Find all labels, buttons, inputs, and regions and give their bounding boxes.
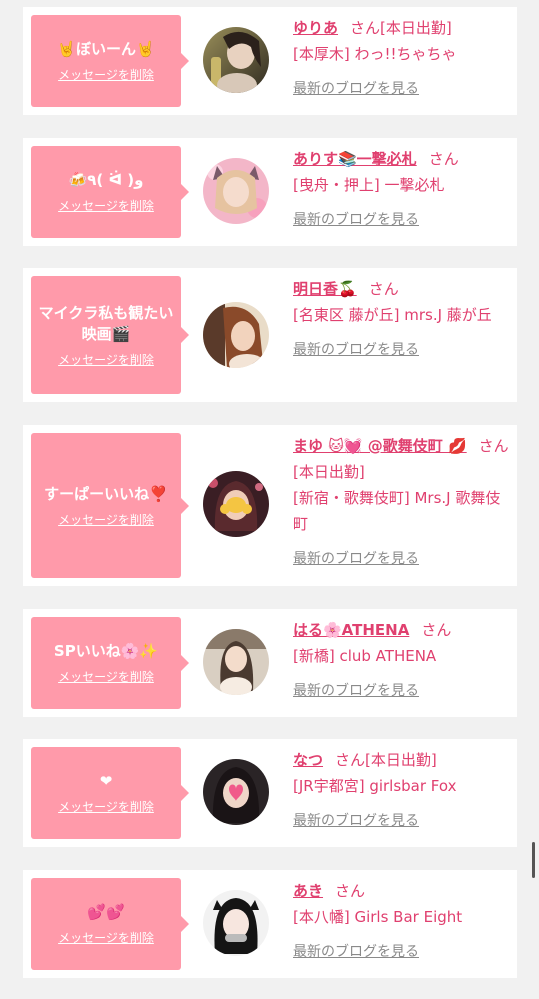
shop-name: [新橋] club ATHENA [293,647,437,665]
honorific: さん [421,621,452,639]
blog-link[interactable]: 最新のブログを見る [293,813,419,829]
message-card: 💕💕 メッセージを削除 あき さん [本八幡] Girls Bar Eight 最… [23,870,517,978]
delete-message-link[interactable]: メッセージを削除 [58,798,154,815]
delete-message-link[interactable]: メッセージを削除 [58,197,154,214]
cast-info: ありす📚一撃必札 さん [曳舟・押上] 一撃必札 最新のブログを見る [293,146,513,233]
shop-name: [新宿・歌舞伎町] Mrs.J 歌舞伎町 [293,489,501,533]
honorific: さん [478,437,509,455]
message-card: ❤ メッセージを削除 なつ さん[本日出勤] [JR宇都宮] girlsbar F… [23,739,517,847]
delete-message-link[interactable]: メッセージを削除 [58,668,154,685]
status-badge: [本日出勤] [380,19,452,37]
bubble-message-text: 🍻٩( ᐛ )و [68,171,144,189]
honorific: さん [335,751,366,769]
blog-link[interactable]: 最新のブログを見る [293,342,419,358]
shop-name: [曳舟・押上] 一撃必札 [293,176,445,194]
message-bubble: ❤ メッセージを削除 [31,747,189,839]
message-bubble: SPいいね🌸✨ メッセージを削除 [31,617,189,709]
delete-message-link[interactable]: メッセージを削除 [58,511,154,528]
cast-name-link[interactable]: ゆりあ [293,19,338,37]
status-badge: [本日出勤] [293,463,365,481]
avatar[interactable] [203,471,269,537]
cast-info: まゆ 🐱💓 @歌舞伎町 💋 さん [本日出勤] [新宿・歌舞伎町] Mrs.J 歌舞… [293,433,513,572]
avatar[interactable] [203,302,269,368]
blog-link[interactable]: 最新のブログを見る [293,81,419,97]
blog-link[interactable]: 最新のブログを見る [293,212,419,228]
shop-name: [本厚木] わっ!!ちゃちゃ [293,45,457,63]
message-bubble: 🤘ぼいーん🤘 メッセージを削除 [31,15,189,107]
message-bubble: すーぱーいいね❣️ メッセージを削除 [31,433,189,578]
delete-message-link[interactable]: メッセージを削除 [58,66,154,83]
message-card: 🍻٩( ᐛ )و メッセージを削除 ありす📚一撃必札 さん [曳舟・押上] 一撃必… [23,138,517,246]
message-card: SPいいね🌸✨ メッセージを削除 はる🌸ATHENA さん [新橋] club A… [23,609,517,717]
message-card: マイクラ私も観たい映画🎬 メッセージを削除 明日香🍒 さん [名東区 藤が丘] m… [23,268,517,402]
delete-message-link[interactable]: メッセージを削除 [58,929,154,946]
cast-info: あき さん [本八幡] Girls Bar Eight 最新のブログを見る [293,878,513,965]
bubble-message-text: 💕💕 [87,903,125,921]
cast-name-link[interactable]: 明日香🍒 [293,280,357,298]
cast-info: はる🌸ATHENA さん [新橋] club ATHENA 最新のブログを見る [293,617,513,704]
honorific: さん [335,882,366,900]
message-bubble: マイクラ私も観たい映画🎬 メッセージを削除 [31,276,189,394]
scrollbar[interactable] [532,842,535,878]
shop-name: [本八幡] Girls Bar Eight [293,908,463,926]
bubble-message-text: 🤘ぼいーん🤘 [57,40,155,58]
cast-name-link[interactable]: ありす📚一撃必札 [293,150,417,168]
status-badge: [本日出勤] [365,751,437,769]
avatar[interactable] [203,890,269,956]
message-bubble: 🍻٩( ᐛ )و メッセージを削除 [31,146,189,238]
message-card: 🤘ぼいーん🤘 メッセージを削除 ゆりあ さん[本日出勤] [本厚木] わっ!!ちゃ… [23,7,517,115]
honorific: さん [368,280,399,298]
bubble-message-text: SPいいね🌸✨ [53,642,159,660]
blog-link[interactable]: 最新のブログを見る [293,944,419,960]
bubble-message-text: すーぱーいいね❣️ [44,484,168,503]
message-bubble: 💕💕 メッセージを削除 [31,878,189,970]
cast-name-link[interactable]: はる🌸ATHENA [293,621,409,639]
cast-info: 明日香🍒 さん [名東区 藤が丘] mrs.J 藤が丘 最新のブログを見る [293,276,513,363]
honorific: さん [428,150,459,168]
blog-link[interactable]: 最新のブログを見る [293,551,419,567]
honorific: さん [350,19,381,37]
cast-name-link[interactable]: まゆ 🐱💓 @歌舞伎町 💋 [293,437,467,455]
avatar[interactable] [203,759,269,825]
cast-name-link[interactable]: なつ [293,751,323,769]
avatar[interactable] [203,158,269,224]
shop-name: [名東区 藤が丘] mrs.J 藤が丘 [293,306,492,324]
cast-info: ゆりあ さん[本日出勤] [本厚木] わっ!!ちゃちゃ 最新のブログを見る [293,15,513,102]
cast-name-link[interactable]: あき [293,882,323,900]
avatar[interactable] [203,629,269,695]
cast-info: なつ さん[本日出勤] [JR宇都宮] girlsbar Fox 最新のブログを見… [293,747,513,834]
bubble-message-text: ❤ [99,772,113,790]
avatar[interactable] [203,27,269,93]
blog-link[interactable]: 最新のブログを見る [293,683,419,699]
shop-name: [JR宇都宮] girlsbar Fox [293,777,457,795]
message-card: すーぱーいいね❣️ メッセージを削除 まゆ 🐱💓 @歌舞伎町 💋 さん [本日出勤]… [23,425,517,586]
delete-message-link[interactable]: メッセージを削除 [58,351,154,368]
bubble-message-text: マイクラ私も観たい映画🎬 [38,303,174,343]
